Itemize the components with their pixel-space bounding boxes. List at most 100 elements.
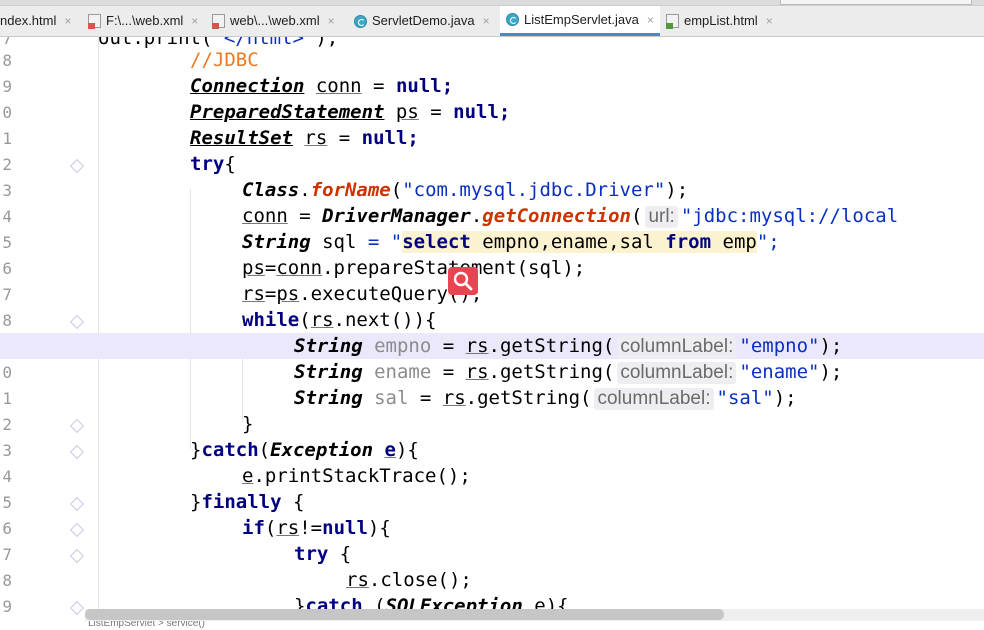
code-token: } [190,491,202,513]
code-line: PreparedStatement ps = null; [0,99,984,125]
code-token: != [299,517,323,539]
magnifier-icon[interactable] [448,267,478,295]
code-line: }catch(Exception e){ [0,437,984,463]
code-variable: ps [242,257,265,279]
code-line: rs.close(); [0,567,984,593]
code-token: = [431,335,466,357]
code-line: try { [0,541,984,567]
code-line: }finally { [0,489,984,515]
tab-web-xml-f[interactable]: F:\...\web.xml × [88,6,198,36]
horizontal-scrollbar-thumb[interactable] [85,609,724,620]
code-type: DriverManager [322,205,471,227]
code-variable: e [384,439,396,461]
code-type: PreparedStatement [190,101,385,123]
code-token: ); [819,335,843,357]
code-variable: sal [374,387,409,409]
code-variable: conn [242,205,288,227]
code-token: ( [258,439,271,461]
tab-label: ServletDemo.java [372,13,475,28]
code-string: "empno" [739,335,820,357]
code-line: ResultSet rs = null; [0,125,984,151]
code-variable: rs [442,387,466,409]
code-token: = [408,387,443,409]
parameter-hint: columnLabel: [617,362,737,384]
code-token: .getString( [488,335,615,357]
code-line: String sql = "select empno,ename,sal fro… [0,229,984,255]
code-variable: ps [276,283,300,305]
code-line: conn = DriverManager.getConnection(url: "… [0,203,984,229]
code-token: ); [819,361,843,383]
tab-web-xml[interactable]: web\...\web.xml × [212,6,335,36]
tab-emplist-html[interactable]: empList.html × [666,6,773,36]
xml-file-icon [212,14,225,29]
code-token: .close(); [368,569,472,591]
code-token: = [264,257,277,279]
code-token: { [224,153,236,175]
html-file-icon [666,14,679,29]
code-token: ( [390,179,403,201]
code-editor[interactable]: 7 8 9 0 1 2 3 4 5 6 7 8 9 0 1 2 3 4 5 6 … [0,37,984,630]
close-icon[interactable]: × [191,13,198,29]
code-keyword: try [190,153,225,175]
current-line-highlight: String empno = rs.getString(columnLabel:… [0,333,984,359]
code-token: .printStackTrace(); [253,465,471,487]
close-icon[interactable]: × [647,12,654,28]
code-token: ){ [395,439,419,461]
toolbar-search-box[interactable] [780,0,972,5]
editor-tab-bar: ndex.html × F:\...\web.xml × web\...\web… [0,0,984,37]
breadcrumb: ListEmpServlet > service() [0,621,984,629]
code-line: while(rs.next()){ [0,307,984,333]
code-token: ); [665,179,689,201]
tab-listempservlet-java[interactable]: ListEmpServlet.java × [500,6,660,36]
code-variable: ps [395,101,419,123]
code-type: String [294,335,363,357]
code-token: ( [299,309,311,331]
close-icon[interactable]: × [766,13,773,29]
code-token: { [328,543,352,565]
code-token: . [470,205,483,227]
sql-keyword: from [665,231,712,253]
code-line: String ename = rs.getString(columnLabel:… [0,359,984,385]
breadcrumb-text: ListEmpServlet > service() [88,621,205,629]
code-line: Class.forName("com.mysql.jdbc.Driver"); [0,177,984,203]
code-type: Class [242,179,300,201]
code-token: ); [773,387,797,409]
code-comment: //JDBC [190,49,259,71]
code-variable: rs [276,517,300,539]
code-token: . [299,179,311,201]
close-icon[interactable]: × [328,13,335,29]
code-variable: conn [315,75,362,97]
close-icon[interactable]: × [483,13,490,29]
code-token: ; [407,127,419,149]
code-string: "ename" [739,361,820,383]
code-keyword: try [294,543,329,565]
code-variable: rs [304,127,328,149]
code-token: .next()){ [333,309,437,331]
code-type: Connection [190,75,305,97]
code-line: String sal = rs.getString(columnLabel: "s… [0,385,984,411]
code-method: getConnection [482,205,631,227]
code-line: ps=conn.prepareStatement(sql); [0,255,984,281]
code-keyword: null [395,75,442,97]
code-variable: rs [242,283,265,305]
code-token: } [190,439,202,461]
tab-index-html[interactable]: ndex.html × [0,6,71,36]
close-icon[interactable]: × [64,13,71,29]
code-token: } [242,413,254,435]
code-string: "jdbc:mysql://local [680,205,899,227]
code-token: = [418,101,454,123]
parameter-hint: columnLabel: [594,388,714,410]
code-line: if(rs!=null){ [0,515,984,541]
code-token: ( [630,205,643,227]
code-line: } [0,411,984,437]
tab-servletdemo-java[interactable]: ServletDemo.java × [354,6,490,36]
code-line: //JDBC [0,47,984,73]
code-line: try{ [0,151,984,177]
tab-label: web\...\web.xml [230,13,320,28]
code-variable: ename [374,361,432,383]
